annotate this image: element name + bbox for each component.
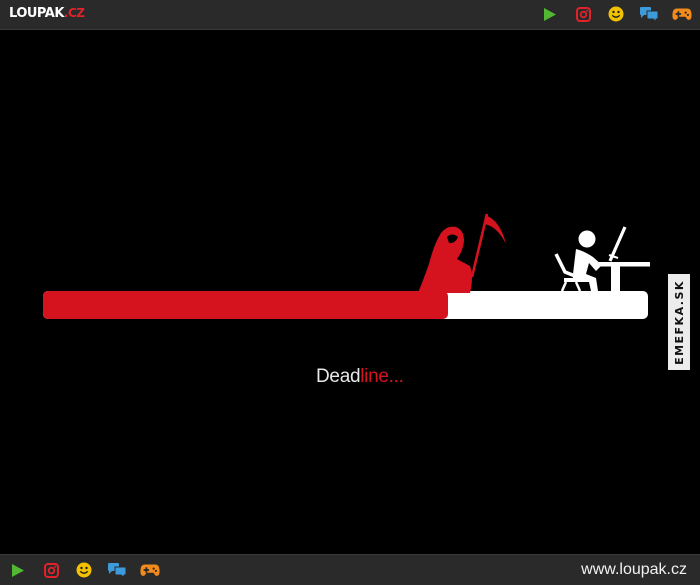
gamepad-icon[interactable] (672, 5, 692, 23)
instagram-icon[interactable] (573, 5, 593, 23)
meme-image: Deadline... EMEFKA.SK (0, 30, 700, 555)
smiley-icon[interactable] (606, 5, 626, 23)
progress-fill (43, 291, 448, 319)
chat-icon[interactable] (639, 5, 659, 23)
site-url-link[interactable]: www.loupak.cz (581, 561, 687, 579)
site-logo[interactable]: LOUPAK.CZ (9, 6, 85, 21)
deadline-illustration (43, 213, 650, 319)
top-bar: LOUPAK.CZ (0, 0, 700, 30)
gamepad-icon[interactable] (140, 561, 160, 579)
top-icon-nav (540, 5, 692, 23)
watermark-text: EMEFKA.SK (672, 279, 686, 365)
instagram-icon[interactable] (41, 561, 61, 579)
caption-line: line... (360, 366, 404, 387)
logo-tld: .CZ (63, 6, 85, 20)
smiley-icon[interactable] (74, 561, 94, 579)
emefka-watermark: EMEFKA.SK (668, 274, 690, 370)
caption-dead: Dead (316, 366, 361, 387)
chat-icon[interactable] (107, 561, 127, 579)
bottom-icon-nav (8, 561, 160, 579)
play-icon[interactable] (8, 561, 28, 579)
bottom-bar: www.loupak.cz (0, 554, 700, 585)
logo-text: LOUPAK (9, 6, 64, 21)
deadline-caption: Deadline... (316, 366, 404, 388)
grim-reaper (418, 213, 506, 293)
worker-at-desk (554, 226, 650, 292)
play-icon[interactable] (540, 5, 560, 23)
